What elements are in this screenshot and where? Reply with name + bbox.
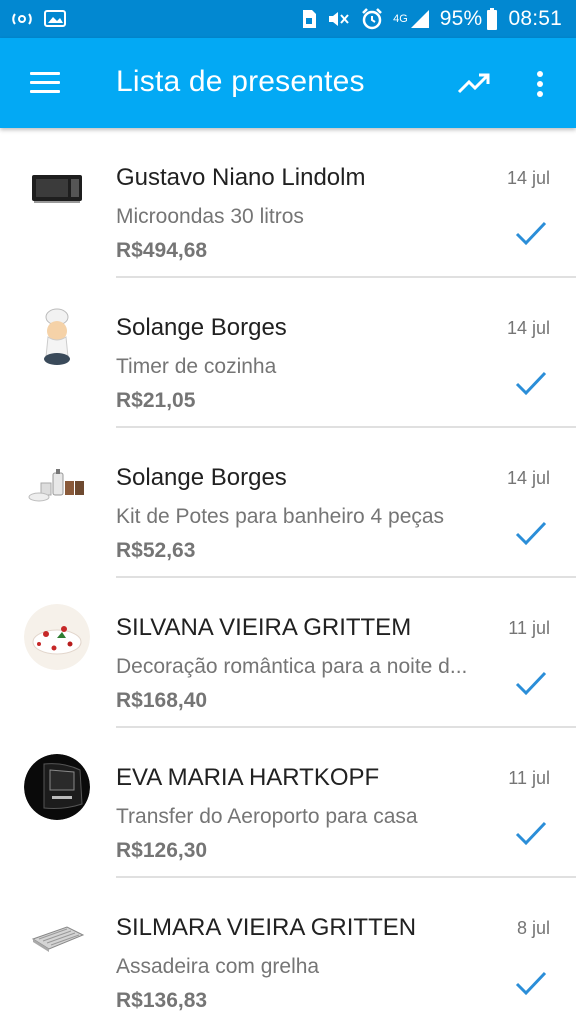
list-item[interactable]: Solange Borges Timer de cozinha R$21,05 … <box>0 278 576 428</box>
alarm-icon <box>361 8 383 30</box>
signal-icon <box>410 9 430 29</box>
romantic-decoration-thumbnail <box>24 604 90 670</box>
mute-icon <box>327 9 351 29</box>
gift-list: Gustavo Niano Lindolm Microondas 30 litr… <box>0 128 576 1024</box>
check-icon <box>515 221 547 246</box>
gift-date: 8 jul <box>516 918 550 938</box>
gift-description: Microondas 30 litros <box>116 205 304 228</box>
network-type-label: 4G <box>393 13 408 25</box>
microwave-thumbnail <box>24 154 90 220</box>
gift-price: R$494,68 <box>116 239 208 262</box>
check-icon <box>515 521 547 546</box>
check-icon <box>515 971 547 996</box>
sim-icon <box>301 9 317 29</box>
gift-description: Timer de cozinha <box>116 355 277 378</box>
battery-icon <box>486 8 498 30</box>
gift-description: Transfer do Aeroporto para casa <box>116 805 418 828</box>
gift-description: Assadeira com grelha <box>116 955 320 978</box>
list-item[interactable]: Solange Borges Kit de Potes para banheir… <box>0 428 576 578</box>
more-vert-icon[interactable] <box>522 63 558 103</box>
check-icon <box>515 671 547 696</box>
clock: 08:51 <box>508 7 562 30</box>
giver-name: Gustavo Niano Lindolm <box>116 164 366 191</box>
app-bar: Lista de presentes <box>0 38 576 128</box>
list-item[interactable]: SILVANA VIEIRA GRITTEM Decoração românti… <box>0 578 576 728</box>
list-item[interactable]: EVA MARIA HARTKOPF Transfer do Aeroporto… <box>0 728 576 878</box>
battery-percent: 95% <box>439 7 483 30</box>
gift-date: 14 jul <box>506 468 550 488</box>
photo-icon <box>44 9 68 29</box>
trending-up-icon[interactable] <box>454 64 494 104</box>
car-thumbnail <box>24 754 90 820</box>
baking-tray-thumbnail <box>24 904 90 970</box>
status-left <box>10 9 68 29</box>
chef-timer-thumbnail <box>24 304 90 370</box>
gift-price: R$21,05 <box>116 389 196 412</box>
gift-price: R$126,30 <box>116 839 208 862</box>
gift-date: 14 jul <box>506 318 550 338</box>
gift-date: 11 jul <box>508 768 550 788</box>
page-title: Lista de presentes <box>116 65 365 98</box>
list-item[interactable]: Gustavo Niano Lindolm Microondas 30 litr… <box>0 128 576 278</box>
gift-price: R$52,63 <box>116 539 196 562</box>
gift-date: 14 jul <box>506 168 550 188</box>
giver-name: EVA MARIA HARTKOPF <box>116 764 380 791</box>
giver-name: SILMARA VIEIRA GRITTEN <box>116 914 417 941</box>
check-icon <box>515 821 547 846</box>
giver-name: Solange Borges <box>116 314 287 341</box>
menu-icon[interactable] <box>26 68 64 98</box>
status-right: 4G 95% 08:51 <box>301 7 562 31</box>
giver-name: Solange Borges <box>116 464 287 491</box>
tap-and-pay-icon <box>10 10 34 28</box>
gift-description: Decoração romântica para a noite d... <box>116 655 468 678</box>
gift-price: R$136,83 <box>116 989 208 1012</box>
gift-description: Kit de Potes para banheiro 4 peças <box>116 505 445 528</box>
giver-name: SILVANA VIEIRA GRITTEM <box>116 614 412 641</box>
gift-date: 11 jul <box>508 618 550 638</box>
check-icon <box>515 371 547 396</box>
status-bar: 4G 95% 08:51 <box>0 0 576 38</box>
gift-price: R$168,40 <box>116 689 208 712</box>
list-item[interactable]: SILMARA VIEIRA GRITTEN Assadeira com gre… <box>0 878 576 1024</box>
bathroom-kit-thumbnail <box>24 454 90 520</box>
